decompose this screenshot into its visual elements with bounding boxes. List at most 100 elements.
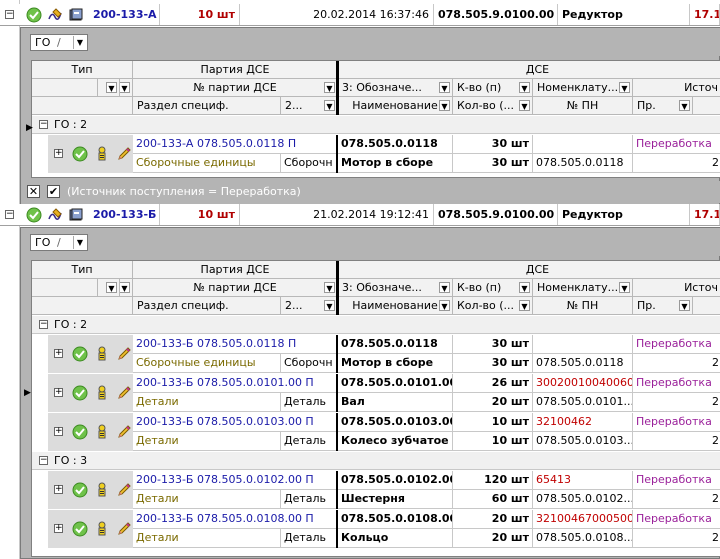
header-batch-no[interactable]: № партии ДСЕ ▼ [133, 79, 338, 97]
header-name[interactable]: Наименование ▼ [338, 297, 453, 315]
header-spec-section[interactable]: Раздел специф. [133, 297, 281, 315]
header-designation[interactable]: 3: Обозначе... ▼ [338, 79, 453, 97]
header-pr[interactable]: Пр. ▼ [633, 97, 693, 115]
plus-expand-icon[interactable]: + [54, 388, 63, 397]
designation-cell[interactable]: 078.505.0.0108.00 [338, 510, 453, 529]
chevron-down-icon[interactable]: ▼ [120, 282, 130, 293]
group-row[interactable]: − ГО : 2 [32, 116, 720, 134]
section-cell[interactable]: Сборочные единицы [133, 154, 281, 173]
qty-cell[interactable]: 60 шт [453, 490, 533, 509]
header-blank-2[interactable] [32, 97, 133, 115]
header-nomenclature[interactable]: Номенклату... ▼ [533, 79, 633, 97]
chevron-down-icon[interactable]: ▼ [679, 100, 690, 111]
record-header-row[interactable]: − 200-133-Б 10 шт 21.02.2014 19:12:41 078.50… [0, 204, 720, 226]
section-cell[interactable]: Детали [133, 490, 281, 509]
designation-cell[interactable]: 078.505.0.0118 [338, 335, 453, 354]
pn-cell[interactable] [533, 335, 633, 354]
header-spec-section[interactable]: Раздел специф. [133, 97, 281, 115]
nomenclature-cell[interactable]: 078.505.0.0118 [533, 354, 633, 373]
source-cell[interactable]: Переработка [633, 471, 720, 490]
designation-cell[interactable]: 078.505.0.0118 [338, 135, 453, 154]
chevron-down-icon[interactable]: ▼ [73, 36, 86, 49]
header-dse[interactable]: ДСЕ [338, 61, 720, 79]
pr-cell[interactable]: 2 [633, 354, 720, 373]
header-batch[interactable]: Партия ДСЕ [133, 261, 338, 279]
qty-cell[interactable]: 20 шт [453, 393, 533, 412]
batch-cell[interactable]: 200-133-Б 078.505.0.0103.00 П [133, 413, 338, 432]
name-cell[interactable]: Кольцо [338, 529, 453, 548]
header-blank-3[interactable] [693, 297, 720, 315]
source-cell[interactable]: Переработка [633, 374, 720, 393]
batch-cell[interactable]: 200-133-Б 078.505.0.0108.00 П [133, 510, 338, 529]
nomenclature-cell[interactable]: 078.505.0.0103... [533, 432, 633, 451]
header-type[interactable]: Тип [32, 261, 133, 279]
qty-cell[interactable]: 30 шт [453, 154, 533, 173]
chevron-down-icon[interactable]: ▼ [619, 82, 630, 93]
kind-cell[interactable]: Сборочн [281, 154, 338, 173]
kind-cell[interactable]: Деталь [281, 490, 338, 509]
header-batch-no[interactable]: № партии ДСЕ ▼ [133, 279, 338, 297]
pencil-icon[interactable] [116, 521, 132, 537]
qty-p-cell[interactable]: 30 шт [453, 135, 533, 154]
chevron-down-icon[interactable]: ▼ [679, 300, 690, 311]
header-blank[interactable] [32, 79, 98, 97]
pn-cell[interactable]: 30020010040060... [533, 374, 633, 393]
qty-cell[interactable]: 30 шт [453, 354, 533, 373]
pn-cell[interactable] [533, 135, 633, 154]
chevron-down-icon[interactable]: ▼ [439, 100, 450, 111]
source-cell[interactable]: Переработка [633, 135, 720, 154]
designation-cell[interactable]: 078.505.0.0103.00 [338, 413, 453, 432]
pr-cell[interactable]: 2 [633, 432, 720, 451]
pr-cell[interactable]: 2 [633, 529, 720, 548]
name-cell[interactable]: Шестерня [338, 490, 453, 509]
batch-cell[interactable]: 200-133-Б 078.505.0.0101.00 П [133, 374, 338, 393]
header-qty[interactable]: Кол-во (... ▼ [453, 97, 533, 115]
plus-expand-icon[interactable]: + [54, 149, 63, 158]
plus-expand-icon[interactable]: + [54, 427, 63, 436]
header-blank-2[interactable] [32, 297, 133, 315]
chevron-down-icon[interactable]: ▼ [519, 282, 530, 293]
header-designation[interactable]: 3: Обозначе... ▼ [338, 279, 453, 297]
kind-cell[interactable]: Сборочн [281, 354, 338, 373]
section-cell[interactable]: Детали [133, 432, 281, 451]
filter-close-icon[interactable]: ✕ [27, 185, 40, 198]
chevron-down-icon[interactable]: ▼ [439, 82, 450, 93]
qty-p-cell[interactable]: 20 шт [453, 510, 533, 529]
plus-expand-icon[interactable]: + [54, 524, 63, 533]
header-two[interactable]: 2... ▼ [281, 297, 338, 315]
header-dropdown-b[interactable]: ▼ [120, 279, 133, 297]
qty-p-cell[interactable]: 120 шт [453, 471, 533, 490]
kind-cell[interactable]: Деталь [281, 393, 338, 412]
chevron-down-icon[interactable]: ▼ [619, 282, 630, 293]
record-header-row[interactable]: − 200-133-А 10 шт 20.02.2014 16:37:46 078.50… [0, 4, 720, 26]
source-cell[interactable]: Переработка [633, 510, 720, 529]
chevron-down-icon[interactable]: ▼ [439, 300, 450, 311]
qty-p-cell[interactable]: 10 шт [453, 413, 533, 432]
batch-cell[interactable]: 200-133-А 078.505.0.0118 П [133, 135, 338, 154]
nomenclature-cell[interactable]: 078.505.0.0102... [533, 490, 633, 509]
pencil-icon[interactable] [116, 482, 132, 498]
header-dropdown-a[interactable]: ▼ [98, 279, 120, 297]
pencil-icon[interactable] [116, 146, 132, 162]
header-pn[interactable]: № ПН [533, 297, 633, 315]
header-batch[interactable]: Партия ДСЕ [133, 61, 338, 79]
header-blank-3[interactable] [693, 97, 720, 115]
name-cell[interactable]: Колесо зубчатое [338, 432, 453, 451]
header-dropdown-b[interactable]: ▼ [120, 79, 133, 97]
chevron-down-icon[interactable]: ▼ [519, 82, 530, 93]
pencil-icon[interactable] [116, 346, 132, 362]
batch-cell[interactable]: 200-133-Б 078.505.0.0102.00 П [133, 471, 338, 490]
group-row[interactable]: − ГО : 3 [32, 452, 720, 470]
chevron-down-icon[interactable]: ▼ [106, 282, 117, 293]
section-cell[interactable]: Детали [133, 393, 281, 412]
pn-cell[interactable]: 65413 [533, 471, 633, 490]
chevron-down-icon[interactable]: ▼ [324, 100, 335, 111]
header-blank[interactable] [32, 279, 98, 297]
group-combo[interactable]: ГО / ▼ [30, 34, 88, 51]
header-qty-p[interactable]: К-во (п) ▼ [453, 79, 533, 97]
header-name[interactable]: Наименование ▼ [338, 97, 453, 115]
name-cell[interactable]: Мотор в сборе [338, 154, 453, 173]
collapse-toggle-icon[interactable]: − [39, 456, 48, 465]
kind-cell[interactable]: Деталь [281, 432, 338, 451]
header-qty[interactable]: Кол-во (... ▼ [453, 297, 533, 315]
